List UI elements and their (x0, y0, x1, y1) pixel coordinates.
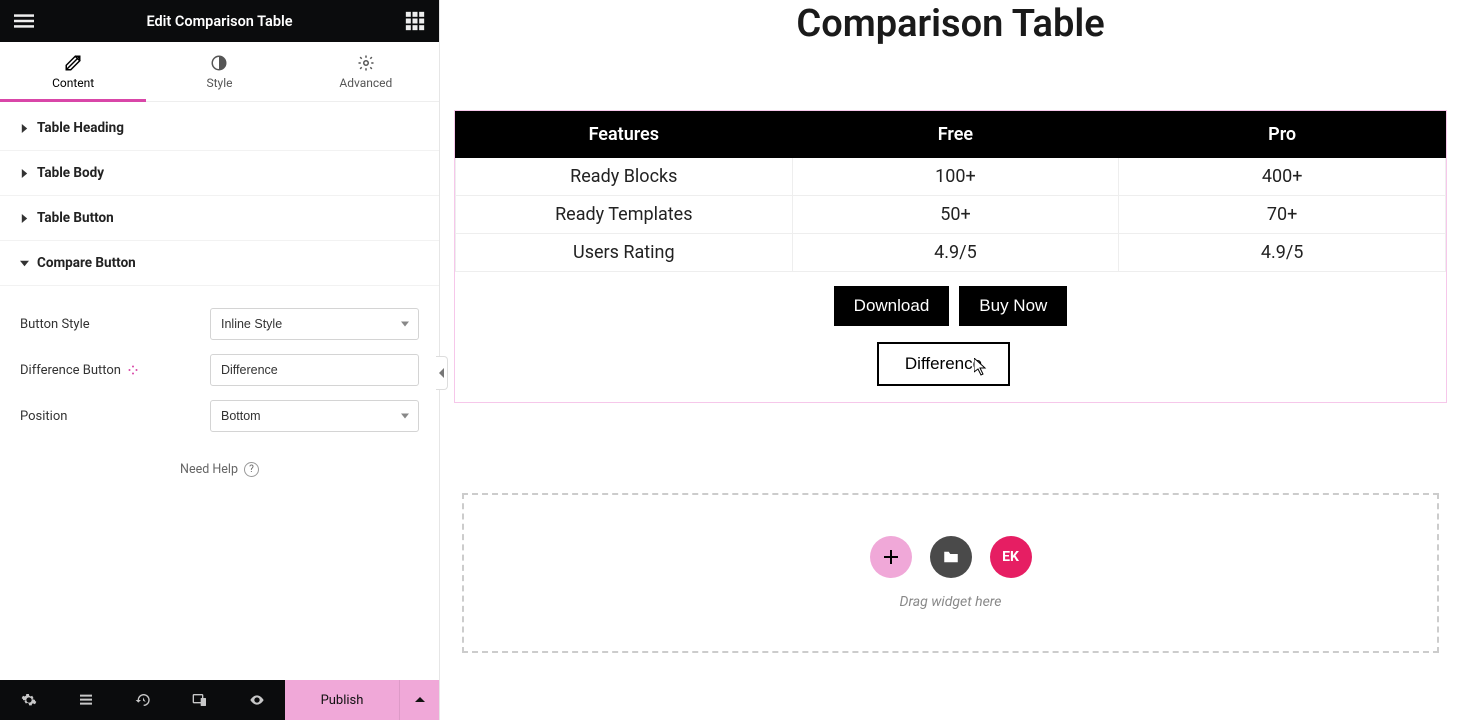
col-features: Features (456, 112, 793, 158)
position-label: Position (20, 409, 210, 424)
section-label: Compare Button (37, 255, 136, 271)
table-row: Ready Blocks 100+ 400+ (456, 158, 1446, 196)
panel-header: Edit Comparison Table (0, 0, 439, 42)
add-section-icon[interactable] (870, 536, 912, 578)
section-label: Table Body (37, 165, 104, 181)
template-library-icon[interactable] (930, 536, 972, 578)
tab-style-label: Style (206, 76, 232, 90)
section-label: Table Button (37, 210, 114, 226)
compare-button-controls: Button Style Inline Style Difference But… (0, 286, 439, 493)
tab-style[interactable]: Style (146, 42, 292, 101)
preview-icon[interactable] (228, 680, 285, 720)
section-table-button[interactable]: Table Button (0, 196, 439, 241)
difference-button-input[interactable] (210, 354, 419, 386)
col-pro: Pro (1119, 112, 1446, 158)
publish-options[interactable] (399, 680, 439, 720)
table-row: Users Rating 4.9/5 4.9/5 (456, 234, 1446, 272)
difference-button-label: Difference Button (20, 363, 121, 378)
settings-icon[interactable] (0, 680, 57, 720)
buy-now-button[interactable]: Buy Now (959, 286, 1067, 326)
difference-button[interactable]: Difference (877, 342, 1010, 386)
dynamic-icon[interactable] (127, 364, 139, 376)
tab-content-label: Content (52, 76, 94, 90)
editor-tabs: Content Style Advanced (0, 42, 439, 102)
tab-advanced[interactable]: Advanced (293, 42, 439, 101)
section-label: Table Heading (37, 120, 124, 136)
section-table-body[interactable]: Table Body (0, 151, 439, 196)
publish-button[interactable]: Publish (285, 680, 399, 720)
editor-panel: Edit Comparison Table Content Style Ad (0, 0, 440, 720)
menu-icon[interactable] (14, 11, 34, 31)
section-table-heading[interactable]: Table Heading (0, 106, 439, 151)
panel-title: Edit Comparison Table (146, 13, 292, 30)
help-icon: ? (244, 462, 259, 477)
panel-footer: Publish (0, 680, 439, 720)
comparison-table: Features Free Pro Ready Blocks 100+ 400+… (455, 111, 1446, 272)
apps-icon[interactable] (405, 11, 425, 31)
button-style-label: Button Style (20, 317, 210, 332)
history-icon[interactable] (114, 680, 171, 720)
need-help-label: Need Help (180, 462, 238, 477)
empty-section-dropzone[interactable]: EK Drag widget here (462, 493, 1439, 653)
need-help-link[interactable]: Need Help ? (20, 462, 419, 477)
dropzone-label: Drag widget here (900, 594, 1002, 610)
tab-advanced-label: Advanced (339, 76, 392, 90)
table-buttons: Download Buy Now (455, 272, 1446, 330)
collapse-panel-icon[interactable] (436, 356, 448, 390)
navigator-icon[interactable] (57, 680, 114, 720)
tab-content[interactable]: Content (0, 42, 146, 101)
section-compare-button[interactable]: Compare Button (0, 241, 439, 286)
responsive-icon[interactable] (171, 680, 228, 720)
col-free: Free (792, 112, 1119, 158)
preview-area: Comparison Table Features Free Pro Ready… (440, 0, 1461, 720)
position-select[interactable]: Bottom (210, 400, 419, 432)
brand-icon[interactable]: EK (990, 536, 1032, 578)
comparison-table-widget[interactable]: Features Free Pro Ready Blocks 100+ 400+… (454, 110, 1447, 403)
download-button[interactable]: Download (834, 286, 950, 326)
controls-list: Table Heading Table Body Table Button Co… (0, 102, 439, 680)
page-title: Comparison Table (450, 2, 1451, 46)
table-row: Ready Templates 50+ 70+ (456, 196, 1446, 234)
button-style-select[interactable]: Inline Style (210, 308, 419, 340)
